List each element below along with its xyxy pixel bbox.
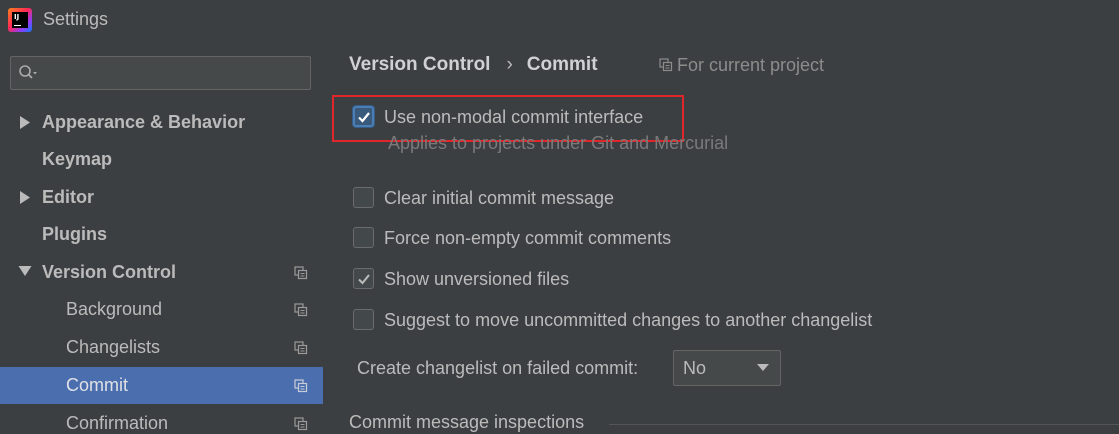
- title-bar: IJ Settings: [0, 0, 1119, 41]
- project-scope-icon: [659, 58, 673, 72]
- project-scope-icon: [294, 417, 308, 431]
- breadcrumb: Version Control › Commit: [349, 54, 598, 80]
- sidebar-item-label: Changelists: [66, 337, 161, 357]
- checkbox-label: Suggest to move uncommitted changes to a…: [384, 310, 873, 330]
- intellij-app-icon: IJ: [8, 8, 32, 32]
- sidebar-item-label: Editor: [42, 187, 94, 207]
- chevron-down-icon: [757, 364, 769, 371]
- sidebar-item-confirmation[interactable]: Confirmation: [0, 405, 323, 434]
- breadcrumb-separator: ›: [506, 54, 513, 75]
- breadcrumb-current: Commit: [526, 54, 598, 75]
- create-changelist-dropdown[interactable]: No: [673, 350, 781, 386]
- sidebar-item-label: Keymap: [42, 149, 113, 169]
- checkbox-label: Force non-empty commit comments: [384, 228, 672, 248]
- settings-content-panel: Version Control › Commit For current proje…: [323, 41, 1119, 434]
- sidebar-item-label: Commit: [66, 375, 128, 395]
- checkmark-icon: [358, 274, 370, 285]
- checkbox-box[interactable]: [353, 309, 374, 330]
- checkbox-label: Show unversioned files: [384, 269, 570, 289]
- sidebar-item-commit[interactable]: Commit: [0, 367, 323, 404]
- search-icon: [19, 65, 37, 79]
- collapse-arrow-icon[interactable]: [18, 254, 32, 291]
- checkbox-box[interactable]: [353, 106, 374, 127]
- sidebar-item-keymap[interactable]: Keymap: [0, 141, 323, 178]
- checkbox-box[interactable]: [353, 187, 374, 208]
- expand-arrow-icon[interactable]: [18, 104, 32, 141]
- sidebar-item-background[interactable]: Background: [0, 291, 323, 328]
- sidebar-item-label: Appearance & Behavior: [42, 112, 246, 132]
- checkbox-label: Clear initial commit message: [384, 188, 615, 208]
- breadcrumb-parent[interactable]: Version Control: [349, 54, 490, 75]
- sidebar-item-label: Background: [66, 299, 163, 319]
- checkbox-box[interactable]: [353, 268, 374, 289]
- sidebar-item-label: Plugins: [42, 224, 108, 244]
- settings-search-input[interactable]: [10, 56, 311, 90]
- project-scope-label: For current project: [659, 55, 824, 79]
- commit-message-inspections-title: Commit message inspections: [349, 412, 585, 432]
- sidebar-item-editor[interactable]: Editor: [0, 179, 323, 216]
- sidebar-item-label: Version Control: [42, 262, 177, 282]
- section-divider: [609, 424, 1119, 425]
- create-changelist-label: Create changelist on failed commit:: [357, 358, 639, 378]
- project-scope-icon: [294, 303, 308, 317]
- settings-sidebar: Appearance & Behavior Keymap Editor Plug…: [0, 41, 323, 434]
- sidebar-item-changelists[interactable]: Changelists: [0, 329, 323, 366]
- sidebar-item-version-control[interactable]: Version Control: [0, 254, 323, 291]
- checkbox-box[interactable]: [353, 227, 374, 248]
- checkbox-label: Use non-modal commit interface: [384, 107, 644, 127]
- checkmark-icon: [358, 112, 370, 123]
- project-scope-icon: [294, 266, 308, 280]
- sidebar-item-label: Confirmation: [66, 413, 169, 433]
- window-title: Settings: [43, 9, 109, 29]
- sidebar-item-appearance-behavior[interactable]: Appearance & Behavior: [0, 104, 323, 141]
- project-scope-icon: [294, 379, 308, 393]
- sidebar-item-plugins[interactable]: Plugins: [0, 216, 323, 253]
- expand-arrow-icon[interactable]: [18, 179, 32, 216]
- dropdown-selected-value: No: [683, 358, 707, 378]
- hint-text: Applies to projects under Git and Mercur…: [388, 133, 729, 153]
- project-scope-icon: [294, 341, 308, 355]
